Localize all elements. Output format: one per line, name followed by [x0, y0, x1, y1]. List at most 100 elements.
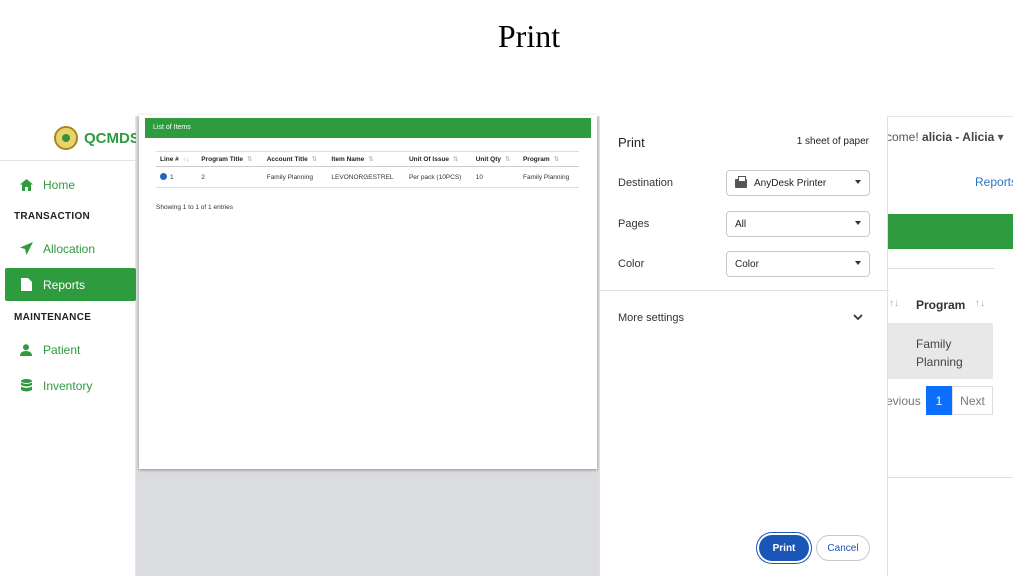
color-value: Color [735, 258, 759, 270]
sort-icon[interactable]: ⇅ [368, 156, 373, 163]
sidebar-item-reports[interactable]: Reports [5, 268, 136, 301]
table-header-row: Line # ↑↓ Program Title ⇅ Account Title ⇅ Item… [156, 151, 579, 167]
sidebar-item-label: Patient [43, 342, 81, 357]
table-cell: Family Planning [262, 166, 328, 188]
header-label: Account Title [266, 156, 308, 163]
header-label: Program Title [201, 156, 244, 163]
items-table: Line # ↑↓ Program Title ⇅ Account Title ⇅ Item… [156, 151, 579, 188]
table-cell: Per pack (10PCS) [404, 166, 472, 188]
database-icon [19, 379, 33, 393]
expand-icon[interactable] [160, 173, 167, 180]
destination-value: AnyDesk Printer [754, 177, 827, 189]
cell-text: Family Planning [266, 173, 313, 181]
sort-icon[interactable]: ⇅ [247, 156, 252, 163]
pages-select[interactable]: All [726, 211, 870, 237]
header-label: Program [522, 156, 550, 163]
cell-text: Per pack (10PCS) [408, 173, 462, 181]
table-header-program[interactable]: Program [916, 298, 965, 312]
file-icon [19, 278, 33, 292]
table-header-cell[interactable]: Unit Qty ⇅ [471, 151, 519, 167]
header-label: Line # [160, 155, 179, 163]
sort-icon[interactable]: ⇅ [505, 156, 510, 163]
paper-plane-icon [19, 242, 33, 256]
destination-label: Destination [618, 177, 674, 189]
table-cell: Family Planning [518, 166, 579, 188]
maintenance-heading: MAINTENANCE [14, 312, 92, 323]
transaction-heading: TRANSACTION [14, 211, 91, 222]
list-header: List of Items [145, 118, 591, 138]
header-label: Item Name [331, 156, 365, 163]
sidebar-item-patient[interactable]: Patient [5, 333, 136, 366]
table-header-cell[interactable]: Program ⇅ [518, 151, 579, 167]
header-label: Unit Of Issue [408, 156, 450, 163]
sidebar-item-label: Inventory [43, 378, 93, 393]
table-cell: 2 [197, 166, 263, 188]
pagination: evious 1 Next [886, 386, 993, 415]
brand-name: QCMDS [84, 129, 140, 147]
cancel-button[interactable]: Cancel [816, 535, 870, 561]
table-header-cell[interactable]: Program Title ⇅ [197, 151, 263, 167]
header-label: Unit Qty [475, 156, 501, 163]
breadcrumb-reports[interactable]: Reports [975, 175, 1013, 189]
home-icon [19, 178, 33, 192]
pages-value: All [735, 218, 747, 230]
card-header [886, 214, 1013, 249]
sort-icon[interactable]: ↑↓ [183, 156, 190, 163]
caret-down-icon [855, 261, 861, 265]
welcome-user: alicia - Alicia [922, 130, 995, 144]
table-cell: 1 [156, 166, 198, 188]
print-button[interactable]: Print [759, 535, 809, 561]
print-title: Print [618, 135, 645, 150]
table-header-cell[interactable]: Item Name ⇅ [327, 151, 405, 167]
sort-icon[interactable]: ⇅ [453, 156, 458, 163]
sidebar: QCMDS Home TRANSACTION Allocation Report… [0, 116, 140, 576]
sidebar-item-label: Home [43, 177, 76, 192]
chevron-down-icon: ▾ [997, 130, 1004, 144]
table-row: 1 2 Family Planning LEVONORGESTREL Per pack … [156, 166, 579, 188]
table-cell: 10 [471, 166, 519, 188]
brand[interactable]: QCMDS [0, 116, 140, 161]
table-header-cell[interactable]: Unit Of Issue ⇅ [404, 151, 472, 167]
sidebar-item-allocation[interactable]: Allocation [5, 232, 136, 265]
sidebar-item-label: Reports [43, 277, 86, 292]
sort-icon[interactable]: ↑↓ [975, 298, 985, 309]
more-settings-toggle[interactable]: More settings [618, 312, 684, 324]
sort-icon[interactable]: ⇅ [554, 156, 559, 163]
pagination-previous[interactable]: evious [886, 386, 926, 415]
caret-down-icon [855, 221, 861, 225]
cell-text: Family Planning [522, 173, 570, 181]
destination-select[interactable]: AnyDesk Printer [726, 170, 870, 196]
print-preview-page: List of Items Line # ↑↓ Program Title ⇅ Acco… [139, 115, 597, 469]
sidebar-item-inventory[interactable]: Inventory [5, 369, 136, 402]
logo-icon [54, 126, 78, 150]
divider [886, 268, 994, 269]
print-settings-panel: Print 1 sheet of paper Destination AnyDe… [599, 116, 889, 576]
sidebar-item-label: Allocation [43, 241, 96, 256]
cell-text: 10 [475, 173, 483, 181]
printer-icon [735, 175, 747, 188]
chevron-down-icon[interactable] [853, 312, 863, 324]
entries-info: Showing 1 to 1 of 1 entries [156, 204, 233, 211]
sort-icon[interactable]: ⇅ [312, 156, 317, 163]
color-label: Color [618, 258, 645, 270]
user-menu[interactable]: come! alicia - Alicia ▾ [886, 130, 1004, 144]
cell-text: 1 [170, 174, 174, 181]
slide-title: Print [497, 18, 561, 54]
table-header-cell[interactable]: Account Title ⇅ [262, 151, 328, 167]
caret-down-icon [855, 180, 861, 184]
welcome-prefix: come! [886, 130, 919, 144]
table-cell: LEVONORGESTREL [327, 166, 405, 188]
sort-icon[interactable]: ↑↓ [889, 298, 899, 309]
sidebar-item-home[interactable]: Home [5, 168, 136, 201]
divider [886, 477, 1013, 478]
pagination-next[interactable]: Next [952, 386, 993, 415]
cell-text: LEVONORGESTREL [331, 173, 394, 181]
sheet-count: 1 sheet of paper [796, 136, 869, 147]
pagination-page[interactable]: 1 [926, 386, 952, 415]
cell-text: 2 [201, 173, 205, 181]
user-icon [19, 343, 33, 357]
table-cell: Family Planning [886, 323, 993, 379]
color-select[interactable]: Color [726, 251, 870, 277]
table-header-cell[interactable]: Line # ↑↓ [156, 151, 198, 167]
pages-label: Pages [618, 218, 650, 230]
